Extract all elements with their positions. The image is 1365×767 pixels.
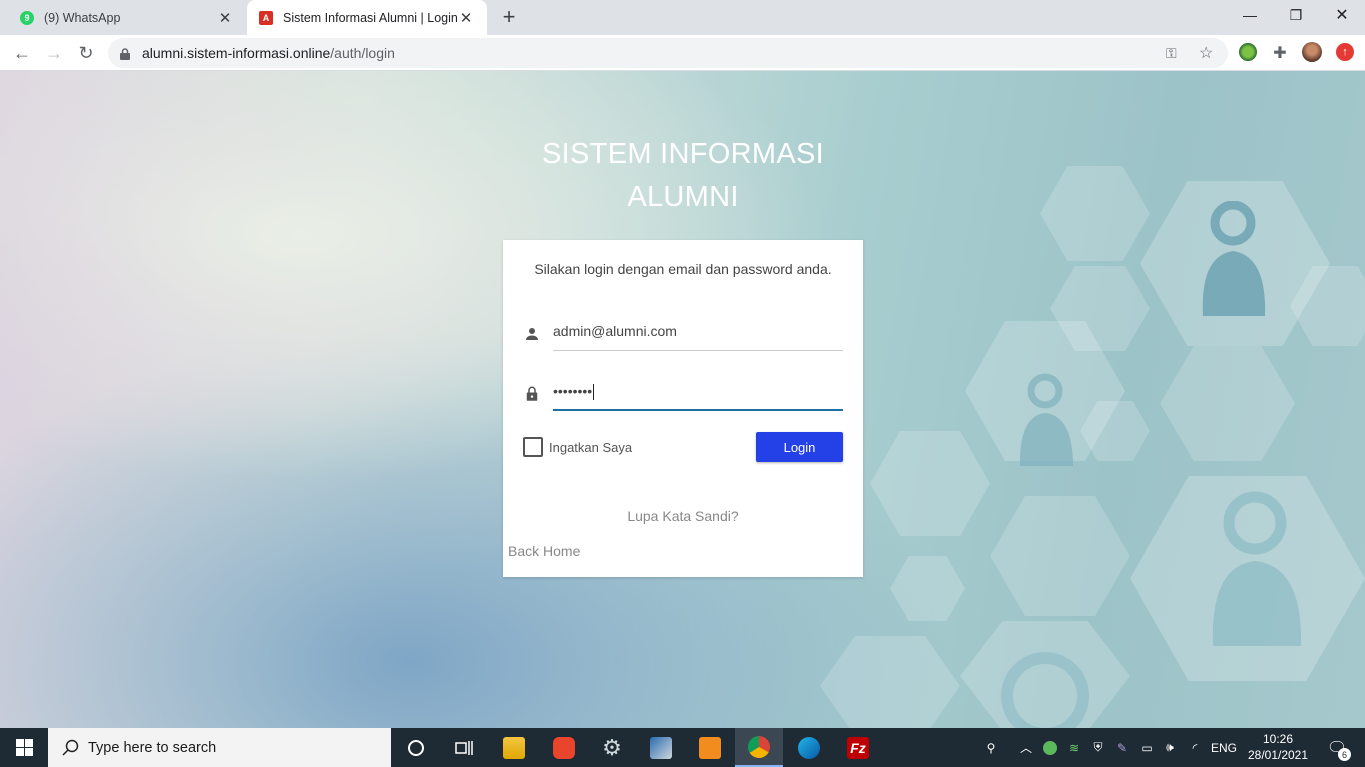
decorative-user-icon xyxy=(1019,373,1073,466)
tab-whatsapp[interactable]: 9 (9) WhatsApp ✕ xyxy=(8,0,246,35)
person-icon xyxy=(526,328,538,340)
tab-title: Sistem Informasi Alumni | Login xyxy=(283,10,457,25)
chrome-taskbar-icon[interactable] xyxy=(735,728,783,767)
alumni-favicon-icon: A xyxy=(259,10,273,25)
wifi-icon[interactable]: ◜ xyxy=(1184,728,1206,767)
tab-title: (9) WhatsApp xyxy=(44,10,121,25)
back-arrow-icon[interactable]: ← xyxy=(10,41,34,65)
network-app-icon[interactable] xyxy=(637,728,685,767)
tray-pen-icon[interactable]: ✎ xyxy=(1112,728,1132,767)
address-bar[interactable]: alumni.sistem-informasi.online/auth/logi… xyxy=(108,38,1228,68)
background-hex xyxy=(890,556,965,621)
minimize-icon[interactable]: — xyxy=(1227,0,1273,30)
background-hex xyxy=(1160,346,1295,461)
notification-count-badge: 6 xyxy=(1338,748,1351,761)
password-field-group: •••••••• xyxy=(523,375,843,415)
search-icon xyxy=(62,739,79,756)
settings-gear-icon[interactable]: ⚙ xyxy=(588,728,636,767)
windows-start-icon[interactable] xyxy=(0,728,48,767)
url-path: /auth/login xyxy=(330,45,395,61)
window-close-icon[interactable]: ✕ xyxy=(1319,0,1365,30)
page-title-line-1: SISTEM INFORMASI xyxy=(542,138,824,170)
taskbar: Type here to search ⚙ Fz ⚲ ︿ ≋ ⛨ ✎ ▭ 🕪 ◜… xyxy=(0,728,1365,767)
tab-alumni-login[interactable]: A Sistem Informasi Alumni | Login ✕ xyxy=(247,0,487,35)
extension-globe-icon[interactable] xyxy=(1239,43,1257,61)
browser-toolbar: ← → ↻ alumni.sistem-informasi.online/aut… xyxy=(0,35,1365,71)
reload-icon[interactable]: ↻ xyxy=(74,41,98,65)
snipping-app-icon[interactable] xyxy=(540,728,588,767)
lock-icon xyxy=(120,47,130,60)
back-home-link[interactable]: Back Home xyxy=(508,543,580,559)
page-title-line-2: ALUMNI xyxy=(627,181,739,213)
search-placeholder: Type here to search xyxy=(88,739,217,756)
clock-time: 10:26 xyxy=(1262,732,1294,746)
background-hex xyxy=(820,636,960,728)
text-caret xyxy=(593,384,595,401)
file-explorer-icon[interactable] xyxy=(490,728,538,767)
decorative-user-icon xyxy=(1212,491,1302,646)
login-page: SISTEM INFORMASI ALUMNI Silakan login de… xyxy=(0,71,1365,728)
show-hidden-icons-chevron-icon[interactable]: ︿ xyxy=(1016,728,1036,767)
password-mask: •••••••• xyxy=(553,383,593,399)
email-field-group: admin@alumni.com xyxy=(523,315,843,355)
language-indicator[interactable]: ENG xyxy=(1208,728,1240,767)
email-field[interactable]: admin@alumni.com xyxy=(553,323,843,351)
tray-globe-icon[interactable] xyxy=(1040,728,1060,767)
background-hex xyxy=(990,496,1130,616)
login-message: Silakan login dengan email dan password … xyxy=(534,261,832,277)
new-tab-icon[interactable]: + xyxy=(499,6,519,28)
tray-network-graph-icon[interactable]: ≋ xyxy=(1064,728,1084,767)
decorative-user-icon xyxy=(1202,201,1266,316)
tab-strip: 9 (9) WhatsApp ✕ A Sistem Informasi Alum… xyxy=(0,0,1365,35)
edge-icon[interactable] xyxy=(785,728,833,767)
background-hex xyxy=(1040,166,1150,261)
profile-avatar[interactable] xyxy=(1302,42,1322,62)
password-field[interactable]: •••••••• xyxy=(553,383,843,411)
clock-date: 28/01/2021 xyxy=(1247,748,1309,762)
forward-arrow-icon[interactable]: → xyxy=(42,41,66,65)
star-icon[interactable]: ☆ xyxy=(1199,43,1213,63)
sublime-text-icon[interactable] xyxy=(686,728,734,767)
extensions-puzzle-icon[interactable]: ✚ xyxy=(1268,41,1292,65)
remember-label[interactable]: Ingatkan Saya xyxy=(549,440,632,455)
clock[interactable]: 10:26 28/01/2021 xyxy=(1238,731,1318,763)
whatsapp-favicon-icon: 9 xyxy=(20,10,34,25)
volume-icon[interactable]: 🕪 xyxy=(1160,728,1180,767)
remember-checkbox[interactable] xyxy=(523,437,543,457)
decorative-user-icon xyxy=(1001,652,1089,728)
background-hex xyxy=(870,431,990,536)
close-tab-icon[interactable]: ✕ xyxy=(216,9,234,27)
page-title: SISTEM INFORMASI ALUMNI xyxy=(483,133,883,219)
update-icon[interactable]: ↑ xyxy=(1336,43,1354,61)
notification-center-icon[interactable]: 🗨 6 xyxy=(1322,728,1352,767)
lock-icon xyxy=(526,386,538,401)
forgot-password-link[interactable]: Lupa Kata Sandi? xyxy=(503,508,863,524)
key-icon[interactable]: ⚿ xyxy=(1166,45,1177,62)
login-button[interactable]: Login xyxy=(756,432,843,462)
filezilla-icon[interactable]: Fz xyxy=(834,728,882,767)
people-icon[interactable]: ⚲ xyxy=(980,728,1002,767)
url-host: alumni.sistem-informasi.online xyxy=(142,45,331,61)
task-view-icon[interactable] xyxy=(440,728,488,767)
url-text: alumni.sistem-informasi.online/auth/logi… xyxy=(142,45,395,61)
taskbar-search-input[interactable]: Type here to search xyxy=(48,728,391,767)
login-card: Silakan login dengan email dan password … xyxy=(503,240,863,577)
restore-icon[interactable]: ❐ xyxy=(1273,0,1319,30)
close-tab-icon[interactable]: ✕ xyxy=(457,9,475,27)
battery-icon[interactable]: ▭ xyxy=(1136,728,1158,767)
tray-shield-icon[interactable]: ⛨ xyxy=(1088,728,1108,767)
cortana-icon[interactable] xyxy=(392,728,440,767)
